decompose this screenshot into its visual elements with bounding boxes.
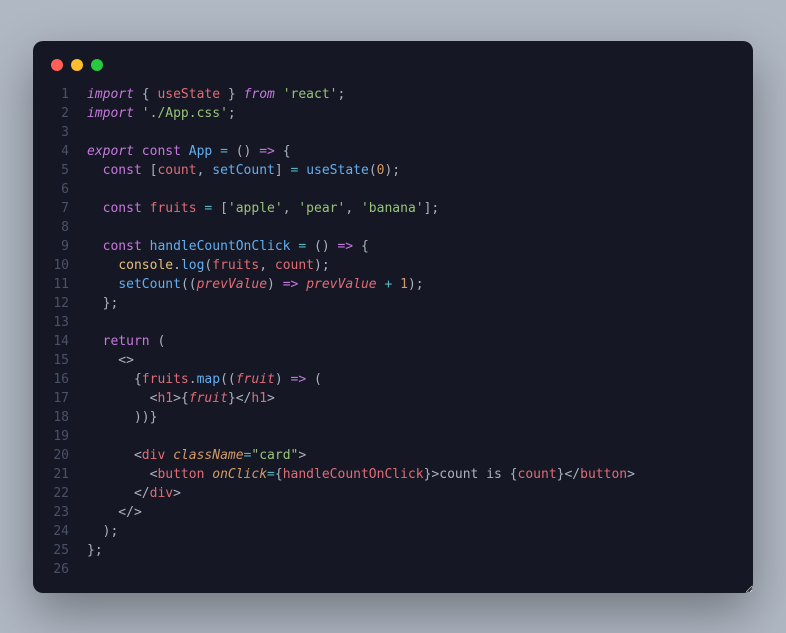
code-line[interactable]: }; bbox=[87, 541, 735, 560]
line-number: 8 bbox=[51, 218, 69, 237]
line-number: 7 bbox=[51, 199, 69, 218]
line-number: 5 bbox=[51, 161, 69, 180]
line-number: 20 bbox=[51, 446, 69, 465]
code-line[interactable]: </div> bbox=[87, 484, 735, 503]
line-number: 12 bbox=[51, 294, 69, 313]
line-number: 10 bbox=[51, 256, 69, 275]
close-icon[interactable] bbox=[51, 59, 63, 71]
code-line[interactable]: const handleCountOnClick = () => { bbox=[87, 237, 735, 256]
code-line[interactable]: export const App = () => { bbox=[87, 142, 735, 161]
line-number: 23 bbox=[51, 503, 69, 522]
line-number: 2 bbox=[51, 104, 69, 123]
code-line[interactable] bbox=[87, 218, 735, 237]
code-line[interactable] bbox=[87, 123, 735, 142]
code-line[interactable]: return ( bbox=[87, 332, 735, 351]
line-number: 11 bbox=[51, 275, 69, 294]
line-number: 9 bbox=[51, 237, 69, 256]
code-line[interactable]: setCount((prevValue) => prevValue + 1); bbox=[87, 275, 735, 294]
line-number: 18 bbox=[51, 408, 69, 427]
code-line[interactable]: </> bbox=[87, 503, 735, 522]
code-line[interactable] bbox=[87, 180, 735, 199]
code-line[interactable]: import { useState } from 'react'; bbox=[87, 85, 735, 104]
code-line[interactable]: }; bbox=[87, 294, 735, 313]
line-number: 26 bbox=[51, 560, 69, 579]
line-number: 21 bbox=[51, 465, 69, 484]
code-line[interactable]: const fruits = ['apple', 'pear', 'banana… bbox=[87, 199, 735, 218]
code-line[interactable]: const [count, setCount] = useState(0); bbox=[87, 161, 735, 180]
code-line[interactable]: import './App.css'; bbox=[87, 104, 735, 123]
line-number: 15 bbox=[51, 351, 69, 370]
line-number: 3 bbox=[51, 123, 69, 142]
code-line[interactable]: <h1>{fruit}</h1> bbox=[87, 389, 735, 408]
code-line[interactable]: <> bbox=[87, 351, 735, 370]
code-line[interactable] bbox=[87, 313, 735, 332]
code-line[interactable]: {fruits.map((fruit) => ( bbox=[87, 370, 735, 389]
code-editor[interactable]: 1234567891011121314151617181920212223242… bbox=[33, 85, 753, 579]
code-line[interactable]: ); bbox=[87, 522, 735, 541]
code-line[interactable]: <button onClick={handleCountOnClick}>cou… bbox=[87, 465, 735, 484]
code-line[interactable]: console.log(fruits, count); bbox=[87, 256, 735, 275]
line-number: 19 bbox=[51, 427, 69, 446]
line-number: 25 bbox=[51, 541, 69, 560]
line-number: 6 bbox=[51, 180, 69, 199]
minimize-icon[interactable] bbox=[71, 59, 83, 71]
line-number: 1 bbox=[51, 85, 69, 104]
line-number: 4 bbox=[51, 142, 69, 161]
line-number-gutter: 1234567891011121314151617181920212223242… bbox=[51, 85, 87, 579]
line-number: 16 bbox=[51, 370, 69, 389]
code-line[interactable] bbox=[87, 560, 735, 579]
line-number: 22 bbox=[51, 484, 69, 503]
code-content[interactable]: import { useState } from 'react';import … bbox=[87, 85, 735, 579]
code-line[interactable]: ))} bbox=[87, 408, 735, 427]
line-number: 17 bbox=[51, 389, 69, 408]
zoom-icon[interactable] bbox=[91, 59, 103, 71]
line-number: 13 bbox=[51, 313, 69, 332]
code-line[interactable] bbox=[87, 427, 735, 446]
traffic-lights bbox=[33, 59, 753, 85]
code-line[interactable]: <div className="card"> bbox=[87, 446, 735, 465]
code-window: 1234567891011121314151617181920212223242… bbox=[33, 41, 753, 593]
line-number: 24 bbox=[51, 522, 69, 541]
line-number: 14 bbox=[51, 332, 69, 351]
